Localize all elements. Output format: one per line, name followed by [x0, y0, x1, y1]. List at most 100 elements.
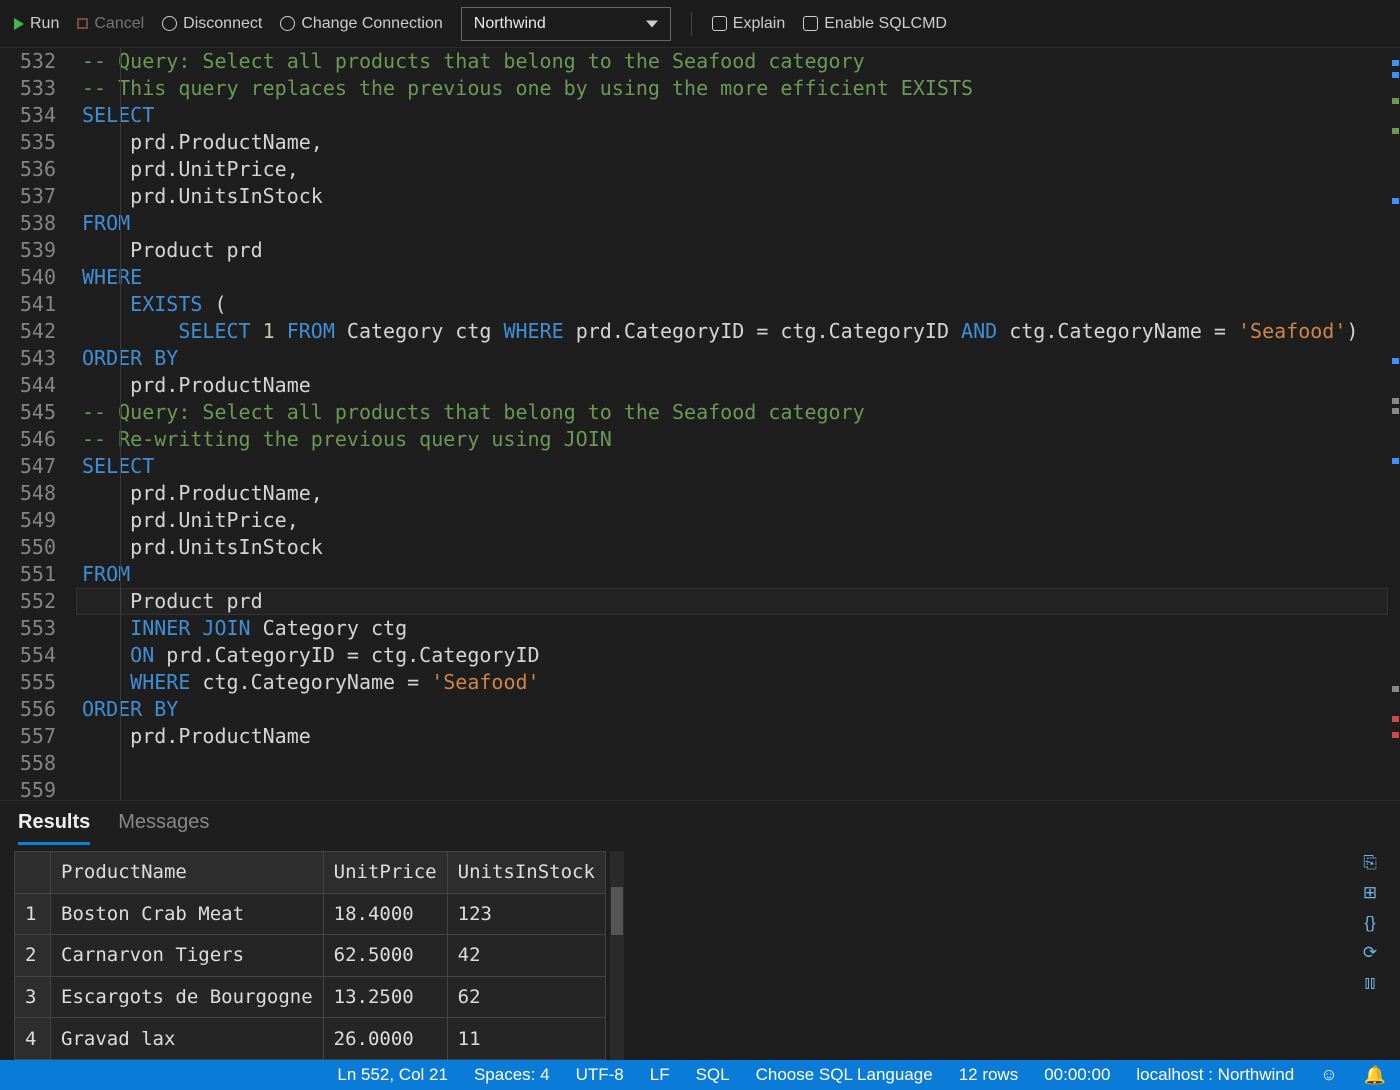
line-number: 535 [0, 129, 56, 156]
results-grid-wrap: ProductNameUnitPriceUnitsInStock1Boston … [0, 845, 1400, 1060]
chart-icon[interactable]: ⫾⫾ [1360, 973, 1380, 993]
line-number: 540 [0, 264, 56, 291]
sqlcmd-icon [803, 16, 818, 31]
disconnect-button[interactable]: Disconnect [162, 15, 262, 33]
line-number: 538 [0, 210, 56, 237]
run-button[interactable]: Run [14, 15, 59, 33]
status-eol[interactable]: LF [650, 1065, 670, 1085]
code-line[interactable]: FROM [82, 561, 1400, 588]
code-line[interactable]: EXISTS ( [82, 291, 1400, 318]
ruler-mark [1392, 60, 1399, 66]
feedback-icon[interactable]: ☺ [1320, 1065, 1337, 1085]
status-rowcount[interactable]: 12 rows [959, 1065, 1019, 1085]
table-cell[interactable]: 42 [447, 935, 605, 977]
toolbar: Run Cancel Disconnect Change Connection … [0, 0, 1400, 48]
code-line[interactable]: ON prd.CategoryID = ctg.CategoryID [82, 642, 1400, 669]
results-scrollbar[interactable] [610, 851, 624, 1060]
status-spaces[interactable]: Spaces: 4 [474, 1065, 550, 1085]
code-line[interactable]: WHERE [82, 264, 1400, 291]
change-connection-label: Change Connection [301, 15, 442, 33]
grid-actions: ⎘ ⊞ {} ⟳ ⫾⫾ [1360, 851, 1386, 1060]
line-number: 543 [0, 345, 56, 372]
rownum-cell: 2 [15, 935, 51, 977]
code-area[interactable]: -- Query: Select all products that belon… [76, 48, 1400, 800]
explain-button[interactable]: Explain [712, 15, 785, 33]
tab-messages[interactable]: Messages [118, 811, 209, 845]
status-encoding[interactable]: UTF-8 [576, 1065, 624, 1085]
line-number: 544 [0, 372, 56, 399]
line-number: 539 [0, 237, 56, 264]
code-line[interactable]: prd.UnitsInStock [82, 183, 1400, 210]
table-cell[interactable]: Gravad lax [51, 1018, 324, 1060]
table-cell[interactable]: Escargots de Bourgogne [51, 976, 324, 1018]
table-cell[interactable]: 62 [447, 976, 605, 1018]
enable-sqlcmd-button[interactable]: Enable SQLCMD [803, 15, 947, 33]
code-line[interactable]: prd.ProductName [82, 723, 1400, 750]
code-line[interactable]: ORDER BY [82, 696, 1400, 723]
status-language[interactable]: SQL [696, 1065, 730, 1085]
table-row[interactable]: 1Boston Crab Meat18.4000123 [15, 893, 606, 935]
refresh-icon[interactable]: ⟳ [1360, 943, 1380, 963]
table-cell[interactable]: 26.0000 [323, 1018, 447, 1060]
table-cell[interactable]: 11 [447, 1018, 605, 1060]
code-line[interactable]: -- Query: Select all products that belon… [82, 399, 1400, 426]
code-line[interactable]: -- This query replaces the previous one … [82, 75, 1400, 102]
ruler-mark [1392, 72, 1399, 78]
run-label: Run [30, 15, 59, 33]
column-header[interactable]: ProductName [51, 852, 324, 894]
table-cell[interactable]: 123 [447, 893, 605, 935]
code-line[interactable]: FROM [82, 210, 1400, 237]
scrollbar-thumb[interactable] [611, 887, 623, 935]
results-grid[interactable]: ProductNameUnitPriceUnitsInStock1Boston … [14, 851, 606, 1060]
overview-ruler[interactable] [1386, 48, 1400, 800]
status-server[interactable]: localhost : Northwind [1136, 1065, 1294, 1085]
table-row[interactable]: 3Escargots de Bourgogne13.250062 [15, 976, 606, 1018]
change-connection-button[interactable]: Change Connection [280, 15, 442, 33]
table-row[interactable]: 4Gravad lax26.000011 [15, 1018, 606, 1060]
code-line[interactable]: prd.ProductName [82, 372, 1400, 399]
disconnect-label: Disconnect [183, 15, 262, 33]
table-cell[interactable]: Carnarvon Tigers [51, 935, 324, 977]
code-line[interactable]: prd.UnitsInStock [82, 534, 1400, 561]
table-cell[interactable]: 62.5000 [323, 935, 447, 977]
ruler-mark [1392, 716, 1399, 722]
rownum-cell: 1 [15, 893, 51, 935]
code-line[interactable]: SELECT [82, 453, 1400, 480]
save-excel-icon[interactable]: ⊞ [1360, 883, 1380, 903]
tab-results[interactable]: Results [18, 811, 90, 845]
code-line[interactable]: SELECT 1 FROM Category ctg WHERE prd.Cat… [82, 318, 1400, 345]
table-cell[interactable]: 13.2500 [323, 976, 447, 1018]
line-number: 552 [0, 588, 56, 615]
line-number: 550 [0, 534, 56, 561]
save-csv-icon[interactable]: ⎘ [1360, 853, 1380, 873]
code-line[interactable]: -- Re-writting the previous query using … [82, 426, 1400, 453]
code-line[interactable]: prd.ProductName, [82, 129, 1400, 156]
ruler-mark [1392, 732, 1399, 738]
status-duration[interactable]: 00:00:00 [1044, 1065, 1110, 1085]
line-number: 553 [0, 615, 56, 642]
editor[interactable]: 5325335345355365375385395405415425435445… [0, 48, 1400, 800]
status-choose-sql[interactable]: Choose SQL Language [756, 1065, 933, 1085]
status-position[interactable]: Ln 552, Col 21 [337, 1065, 448, 1085]
code-line[interactable]: prd.UnitPrice, [82, 507, 1400, 534]
column-header[interactable]: UnitsInStock [447, 852, 605, 894]
bell-icon[interactable]: 🔔 [1364, 1065, 1386, 1086]
code-line[interactable]: SELECT [82, 102, 1400, 129]
code-line[interactable]: WHERE ctg.CategoryName = 'Seafood' [82, 669, 1400, 696]
code-line[interactable]: prd.UnitPrice, [82, 156, 1400, 183]
table-cell[interactable]: Boston Crab Meat [51, 893, 324, 935]
code-line[interactable]: prd.ProductName, [82, 480, 1400, 507]
code-line[interactable]: INNER JOIN Category ctg [82, 615, 1400, 642]
code-line[interactable]: ORDER BY [82, 345, 1400, 372]
code-line[interactable]: Product prd [82, 237, 1400, 264]
connection-select[interactable]: Northwind [461, 7, 671, 41]
cancel-button[interactable]: Cancel [77, 15, 144, 33]
code-line[interactable]: Product prd [82, 588, 1400, 615]
table-row[interactable]: 2Carnarvon Tigers62.500042 [15, 935, 606, 977]
json-icon[interactable]: {} [1360, 913, 1380, 933]
code-line[interactable]: -- Query: Select all products that belon… [82, 48, 1400, 75]
table-cell[interactable]: 18.4000 [323, 893, 447, 935]
line-number: 556 [0, 696, 56, 723]
ruler-mark [1392, 686, 1399, 692]
column-header[interactable]: UnitPrice [323, 852, 447, 894]
